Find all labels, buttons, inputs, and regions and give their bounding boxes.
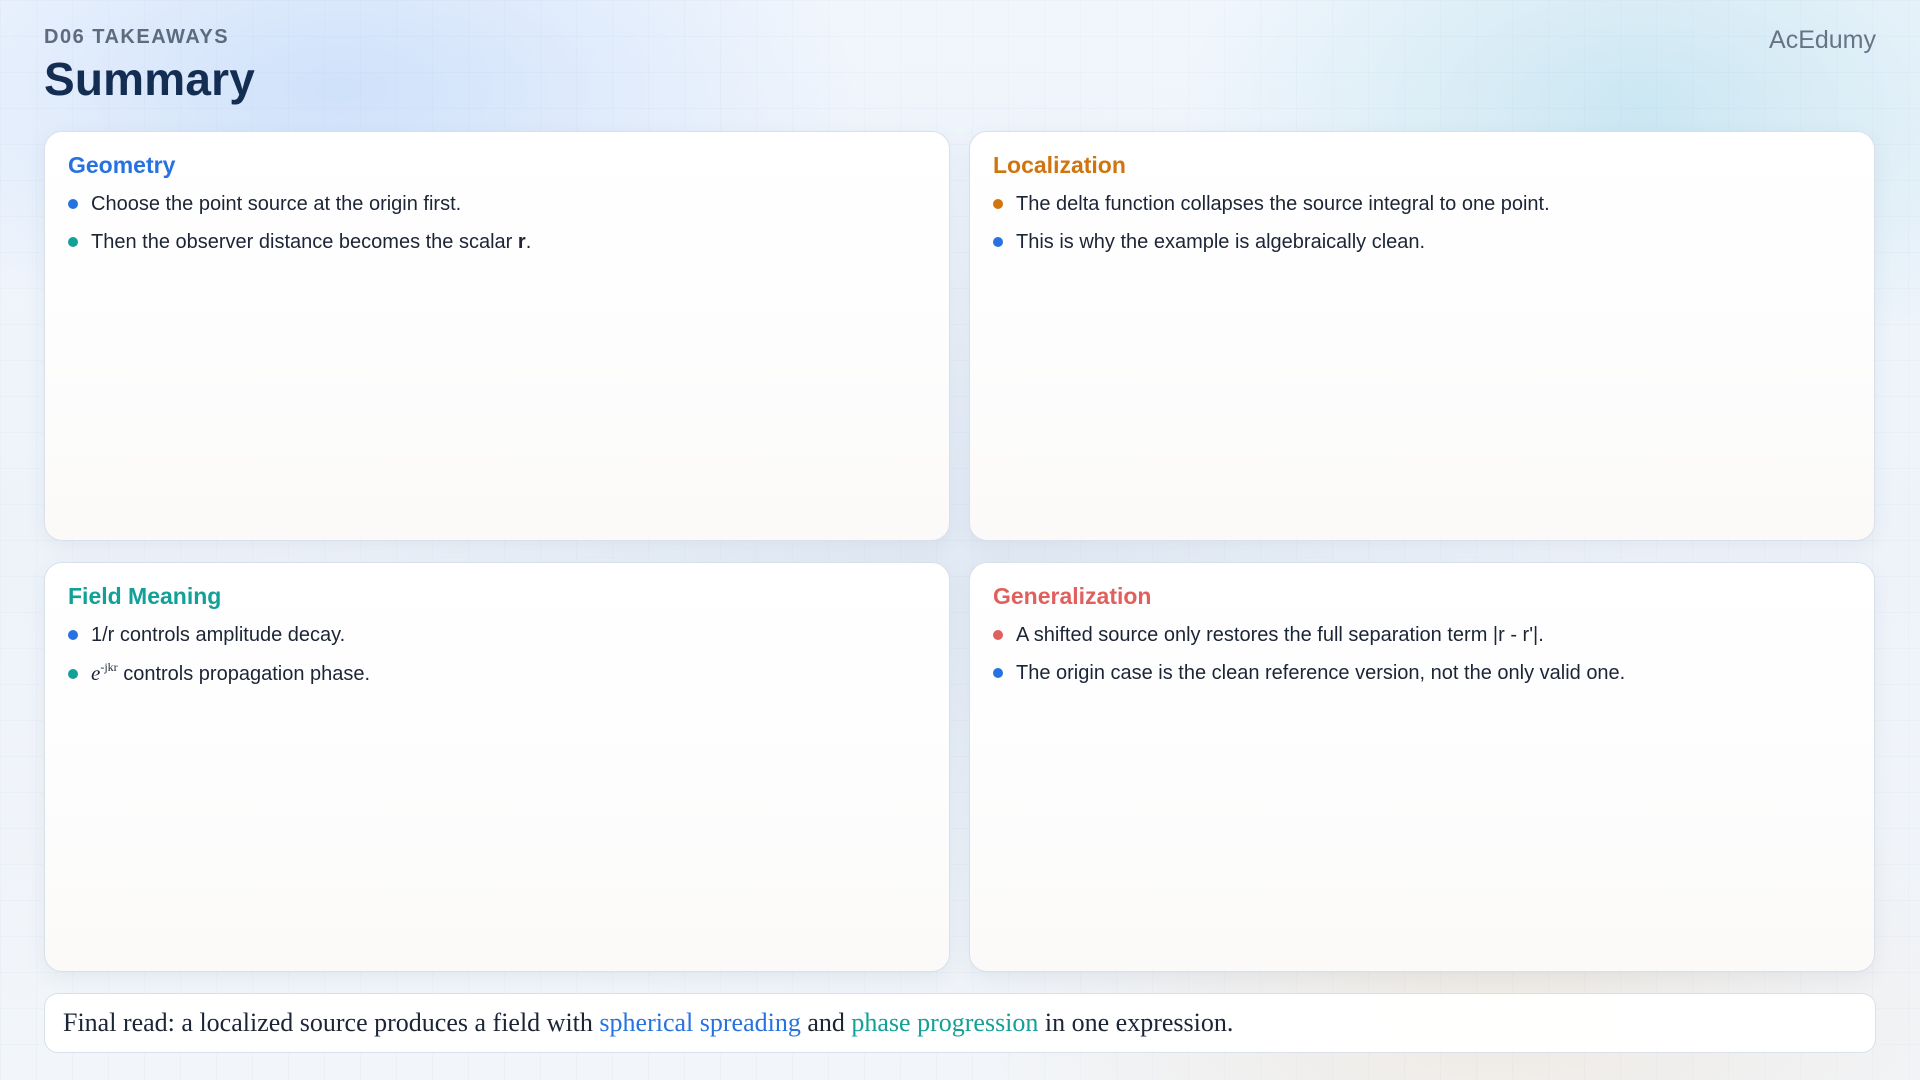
brand-logo-text: AcEdumy (1769, 26, 1876, 54)
bullet-text: Choose the point source at the origin fi… (91, 193, 462, 215)
list-item: Then the observer distance becomes the s… (68, 229, 926, 255)
bullet-dot-icon (68, 199, 78, 209)
math-base: e (91, 661, 101, 685)
list-item: 1/r controls amplitude decay. (68, 622, 926, 648)
localization-card: Localization The delta function collapse… (969, 131, 1875, 541)
bullet-text: e-jkr controls propagation phase. (91, 660, 370, 687)
final-read-summary: Final read: a localized source produces … (44, 993, 1876, 1053)
bullet-text: 1/r controls amplitude decay. (91, 624, 346, 646)
bullet-text: A shifted source only restores the full … (1016, 624, 1544, 646)
geometry-card-title: Geometry (68, 152, 176, 178)
summary-text-suffix: in one expression. (1038, 1008, 1234, 1037)
bullet-text: Then the observer distance becomes the s… (91, 229, 531, 255)
list-item: The delta function collapses the source … (993, 191, 1851, 217)
bullet-dot-icon (993, 668, 1003, 678)
bullet-text: The delta function collapses the source … (1016, 193, 1550, 215)
summary-highlight-spherical-spreading: spherical spreading (599, 1008, 801, 1037)
list-item: Choose the point source at the origin fi… (68, 191, 926, 217)
generalization-bullet-list: A shifted source only restores the full … (993, 622, 1851, 686)
bullet-dot-icon (993, 237, 1003, 247)
bullet-dot-icon (993, 199, 1003, 209)
localization-card-title: Localization (993, 152, 1126, 178)
summary-text-middle: and (800, 1008, 852, 1037)
page-title: Summary (44, 53, 256, 105)
generalization-card-title: Generalization (993, 583, 1152, 609)
list-item: A shifted source only restores the full … (993, 622, 1851, 648)
bullet-text-bold-variable: r (517, 231, 526, 253)
generalization-card: Generalization A shifted source only res… (969, 562, 1875, 972)
bullet-dot-icon (68, 630, 78, 640)
bullet-text-suffix: . (525, 231, 532, 253)
bullet-text: The origin case is the clean reference v… (1016, 662, 1626, 684)
bullet-text-suffix: controls propagation phase. (117, 663, 371, 685)
summary-text-prefix: Final read: a localized source produces … (63, 1008, 600, 1037)
geometry-bullet-list: Choose the point source at the origin fi… (68, 191, 926, 255)
phase-math-expression: e-jkr (91, 661, 118, 685)
math-exponent: -jkr (100, 660, 118, 674)
field-meaning-card: Field Meaning 1/r controls amplitude dec… (44, 562, 950, 972)
bullet-text: This is why the example is algebraically… (1016, 231, 1426, 253)
localization-bullet-list: The delta function collapses the source … (993, 191, 1851, 255)
bullet-dot-icon (68, 237, 78, 247)
bullet-text-prefix: Then the observer distance becomes the s… (91, 231, 518, 253)
field-meaning-card-title: Field Meaning (68, 583, 222, 609)
geometry-card: Geometry Choose the point source at the … (44, 131, 950, 541)
summary-highlight-phase-progression: phase progression (851, 1008, 1039, 1037)
bullet-dot-icon (993, 630, 1003, 640)
list-item: e-jkr controls propagation phase. (68, 660, 926, 687)
bullet-dot-icon (68, 668, 78, 679)
list-item: This is why the example is algebraically… (993, 229, 1851, 255)
list-item: The origin case is the clean reference v… (993, 660, 1851, 686)
section-eyebrow: D06 TAKEAWAYS (44, 26, 230, 48)
field-meaning-bullet-list: 1/r controls amplitude decay. e-jkr cont… (68, 622, 926, 687)
